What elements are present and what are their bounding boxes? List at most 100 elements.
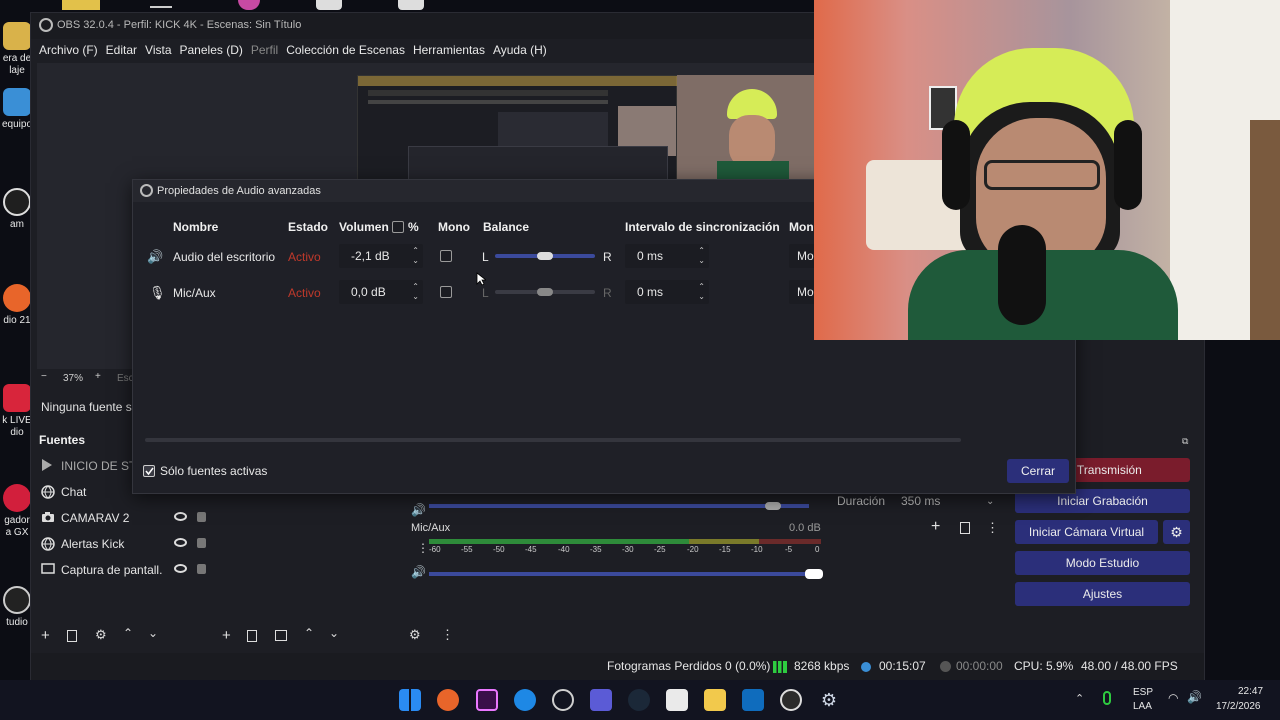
source-item[interactable]: Captura de pantall. bbox=[41, 559, 206, 581]
filter-icon[interactable] bbox=[275, 630, 287, 641]
edge-icon[interactable] bbox=[514, 689, 536, 711]
desktop-icon-5[interactable]: k LIVE dio bbox=[0, 384, 34, 439]
menu-paneles[interactable]: Paneles (D) bbox=[180, 39, 250, 61]
outlook-icon[interactable] bbox=[742, 689, 764, 711]
horizontal-scrollbar[interactable] bbox=[145, 438, 961, 442]
menu-archivo[interactable]: Archivo (F) bbox=[39, 39, 105, 61]
active-only-checkbox[interactable] bbox=[143, 465, 155, 477]
store-icon[interactable] bbox=[666, 689, 688, 711]
premiere-icon[interactable] bbox=[476, 689, 498, 711]
obs-icon[interactable] bbox=[780, 689, 802, 711]
start-virtual-camera-button[interactable]: Iniciar Cámara Virtual bbox=[1015, 520, 1158, 544]
source-item[interactable]: CAMARAV 2 bbox=[41, 507, 206, 529]
trash-icon[interactable] bbox=[960, 522, 970, 534]
wifi-icon[interactable]: ◠ bbox=[1168, 691, 1178, 705]
spin-up-icon[interactable]: ⌃ bbox=[412, 282, 419, 291]
spin-down-icon[interactable]: ⌄ bbox=[698, 256, 705, 265]
spin-down-icon[interactable]: ⌄ bbox=[698, 292, 705, 301]
scale-tick: -5 bbox=[785, 545, 793, 554]
visibility-eye-icon[interactable] bbox=[174, 564, 187, 573]
add-transition-button[interactable]: + bbox=[931, 518, 940, 536]
spin-down-icon[interactable]: ⌄ bbox=[412, 292, 419, 301]
more-options-icon[interactable]: ⋮ bbox=[441, 627, 454, 643]
balance-knob[interactable] bbox=[537, 288, 553, 296]
volume-spinbox[interactable]: 0,0 dB ⌃ ⌄ bbox=[339, 280, 423, 304]
gear-icon[interactable]: ⚙ bbox=[409, 627, 421, 643]
menu-vista[interactable]: Vista bbox=[145, 39, 178, 61]
visibility-eye-icon[interactable] bbox=[174, 512, 187, 521]
menu-perfil[interactable]: Perfil bbox=[251, 39, 285, 61]
volume-spinbox[interactable]: -2,1 dB ⌃ ⌄ bbox=[339, 244, 423, 268]
app-icon bbox=[398, 0, 424, 10]
steam-icon[interactable] bbox=[628, 689, 650, 711]
desktop-icon-1[interactable]: era de laje bbox=[0, 22, 34, 77]
percent-checkbox[interactable] bbox=[392, 221, 404, 233]
clock-date[interactable]: 17/2/2026 bbox=[1216, 701, 1261, 712]
desktop-icon-6[interactable]: gador a GX bbox=[0, 484, 34, 539]
webcam-overlay bbox=[814, 0, 1280, 340]
lock-icon[interactable] bbox=[197, 564, 206, 574]
studio-mode-button[interactable]: Modo Estudio bbox=[1015, 551, 1190, 575]
virtual-camera-settings-gear-icon[interactable]: ⚙ bbox=[1163, 520, 1190, 544]
volume-icon[interactable]: 🔊 bbox=[1187, 690, 1202, 704]
close-button[interactable]: Cerrar bbox=[1007, 459, 1069, 483]
move-up-icon[interactable]: ⌃ bbox=[123, 626, 133, 640]
language-code[interactable]: ESP bbox=[1133, 687, 1153, 698]
desktop-icon-7[interactable]: tudio bbox=[0, 586, 34, 629]
keyboard-layout[interactable]: LAA bbox=[1133, 701, 1152, 712]
spin-up-icon[interactable]: ⌃ bbox=[412, 246, 419, 255]
menu-coleccion-escenas[interactable]: Colección de Escenas bbox=[286, 39, 412, 61]
gear-icon[interactable]: ⚙ bbox=[95, 627, 107, 643]
settings-gear-icon[interactable]: ⚙ bbox=[818, 689, 840, 711]
lock-icon[interactable] bbox=[197, 538, 206, 548]
app-icon[interactable] bbox=[590, 689, 612, 711]
more-options-icon[interactable]: ⋮ bbox=[417, 541, 429, 555]
add-source-button[interactable]: + bbox=[41, 627, 50, 644]
mic-volume-slider[interactable] bbox=[429, 572, 821, 576]
slider-knob[interactable] bbox=[765, 502, 781, 510]
duration-value[interactable]: 350 ms bbox=[901, 494, 940, 508]
start-icon[interactable] bbox=[399, 689, 421, 711]
spin-down-icon[interactable]: ⌄ bbox=[412, 256, 419, 265]
audio-meter-red bbox=[759, 539, 821, 544]
zoom-out-button[interactable]: − bbox=[41, 371, 47, 382]
app-icon[interactable] bbox=[437, 689, 459, 711]
mono-checkbox[interactable] bbox=[440, 250, 452, 262]
slider-knob[interactable] bbox=[805, 569, 823, 579]
zoom-in-button[interactable]: + bbox=[95, 371, 101, 382]
trash-icon[interactable] bbox=[247, 630, 257, 642]
add-button[interactable]: + bbox=[222, 627, 231, 644]
app-icon[interactable] bbox=[552, 689, 574, 711]
mic-tray-icon[interactable] bbox=[1103, 691, 1111, 705]
more-options-icon[interactable]: ⋮ bbox=[986, 520, 999, 536]
settings-button[interactable]: Ajustes bbox=[1015, 582, 1190, 606]
spin-up-icon[interactable]: ⌃ bbox=[698, 282, 705, 291]
chevron-up-icon[interactable]: ⌃ bbox=[1075, 692, 1084, 705]
mono-checkbox[interactable] bbox=[440, 286, 452, 298]
menu-herramientas[interactable]: Herramientas bbox=[413, 39, 492, 61]
clock-time[interactable]: 22:47 bbox=[1238, 686, 1263, 697]
speaker-icon[interactable]: 🔊 bbox=[411, 503, 426, 517]
volume-value: 0,0 dB bbox=[351, 285, 386, 299]
desktop-icon-2[interactable]: equipo bbox=[0, 88, 34, 131]
trash-icon[interactable] bbox=[67, 630, 77, 642]
menu-editar[interactable]: Editar bbox=[106, 39, 144, 61]
dock-float-icon[interactable]: ⧉ bbox=[1182, 436, 1188, 447]
move-down-icon[interactable]: ⌄ bbox=[329, 626, 339, 640]
sync-offset-spinbox[interactable]: 0 ms ⌃ ⌄ bbox=[625, 280, 709, 304]
move-up-icon[interactable]: ⌃ bbox=[304, 626, 314, 640]
chevron-down-icon[interactable]: ⌄ bbox=[986, 496, 994, 507]
lock-icon[interactable] bbox=[197, 512, 206, 522]
balance-knob[interactable] bbox=[537, 252, 553, 260]
desktop-volume-slider[interactable] bbox=[429, 504, 809, 508]
speaker-icon[interactable]: 🔊 bbox=[411, 565, 426, 579]
spin-up-icon[interactable]: ⌃ bbox=[698, 246, 705, 255]
sync-offset-spinbox[interactable]: 0 ms ⌃ ⌄ bbox=[625, 244, 709, 268]
source-item[interactable]: Alertas Kick bbox=[41, 533, 206, 555]
menu-ayuda[interactable]: Ayuda (H) bbox=[493, 39, 554, 61]
desktop-icon-4[interactable]: dio 21 bbox=[0, 284, 34, 327]
move-down-icon[interactable]: ⌄ bbox=[148, 626, 158, 640]
folder-icon[interactable] bbox=[704, 689, 726, 711]
visibility-eye-icon[interactable] bbox=[174, 538, 187, 547]
desktop-icon-3[interactable]: am bbox=[0, 188, 34, 231]
